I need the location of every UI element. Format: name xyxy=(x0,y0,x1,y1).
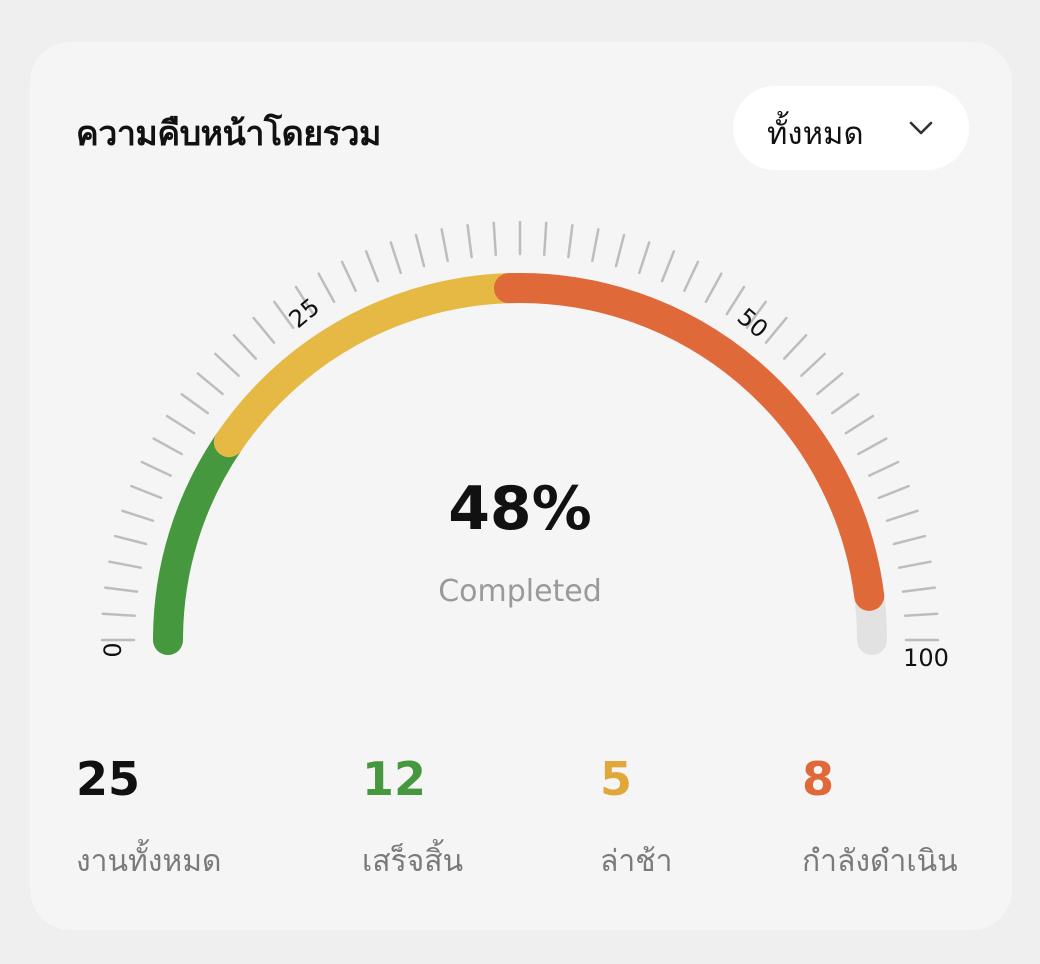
gauge-tick xyxy=(130,484,163,500)
gauge-tick xyxy=(389,241,402,275)
gauge-tick xyxy=(165,414,196,435)
gauge-tick xyxy=(683,260,700,292)
gauge-tick xyxy=(232,334,258,360)
gauge-tick xyxy=(252,316,276,344)
stat-total-label: งานทั้งหมด xyxy=(76,844,222,879)
stat-late-label: ล่าช้า xyxy=(600,844,673,879)
gauge-tick xyxy=(104,586,139,593)
gauge-tick xyxy=(542,221,548,257)
gauge-tick xyxy=(214,352,240,378)
gauge-tick xyxy=(660,250,676,283)
gauge-scale-label: 25 xyxy=(284,293,325,334)
gauge-tick xyxy=(844,414,875,435)
gauge-tick xyxy=(101,612,137,618)
gauge-scale-label: 0 xyxy=(99,642,127,657)
gauge-tick xyxy=(140,460,172,477)
stat-done-value: 12 xyxy=(362,752,427,806)
gauge-tick xyxy=(567,224,574,259)
gauge-tick xyxy=(121,509,155,522)
stat-late-value: 5 xyxy=(600,752,633,806)
gauge-tick xyxy=(704,272,723,303)
stat-inprogress-value: 8 xyxy=(802,752,835,806)
stat-inprogress-label: กำลังดำเนิน xyxy=(802,844,958,879)
gauge-tick xyxy=(466,224,473,259)
gauge-scale-label: 50 xyxy=(732,303,773,344)
gauge-tick xyxy=(816,372,844,396)
gauge-tick xyxy=(877,484,910,500)
gauge-tick xyxy=(440,228,449,263)
gauge-tick xyxy=(364,250,380,283)
gauge-tick xyxy=(180,393,209,415)
gauge-scale-label: 100 xyxy=(903,644,949,672)
gauge-tick xyxy=(901,586,936,593)
gauge-tick xyxy=(108,560,143,569)
gauge-tick xyxy=(638,241,651,275)
gauge-tick xyxy=(885,509,919,522)
gauge-segment-orange xyxy=(493,273,885,611)
gauge-tick xyxy=(591,228,600,263)
progress-caption: Completed xyxy=(438,574,602,609)
gauge-tick xyxy=(317,272,336,303)
gauge-tick xyxy=(725,285,746,316)
progress-percent: 48% xyxy=(448,474,592,544)
gauge-tick xyxy=(414,233,426,268)
gauge-tick xyxy=(892,534,927,546)
gauge-tick xyxy=(782,334,808,360)
gauge-tick xyxy=(196,372,224,396)
gauge-tick xyxy=(800,352,826,378)
gauge-tick xyxy=(614,233,626,268)
gauge-tick xyxy=(897,560,932,569)
gauge-tick xyxy=(113,534,148,546)
gauge-tick xyxy=(868,460,900,477)
gauge-tick xyxy=(340,260,357,292)
gauge-tick xyxy=(857,437,888,456)
gauge-segment-yellow xyxy=(213,273,524,458)
gauge-tick xyxy=(831,393,860,415)
stat-done-label: เสร็จสิ้น xyxy=(362,844,464,879)
gauge-tick xyxy=(152,437,183,456)
stat-total-value: 25 xyxy=(76,752,141,806)
gauge-segment-green xyxy=(153,427,244,655)
gauge-tick xyxy=(492,221,498,257)
gauge-tick xyxy=(903,612,939,618)
